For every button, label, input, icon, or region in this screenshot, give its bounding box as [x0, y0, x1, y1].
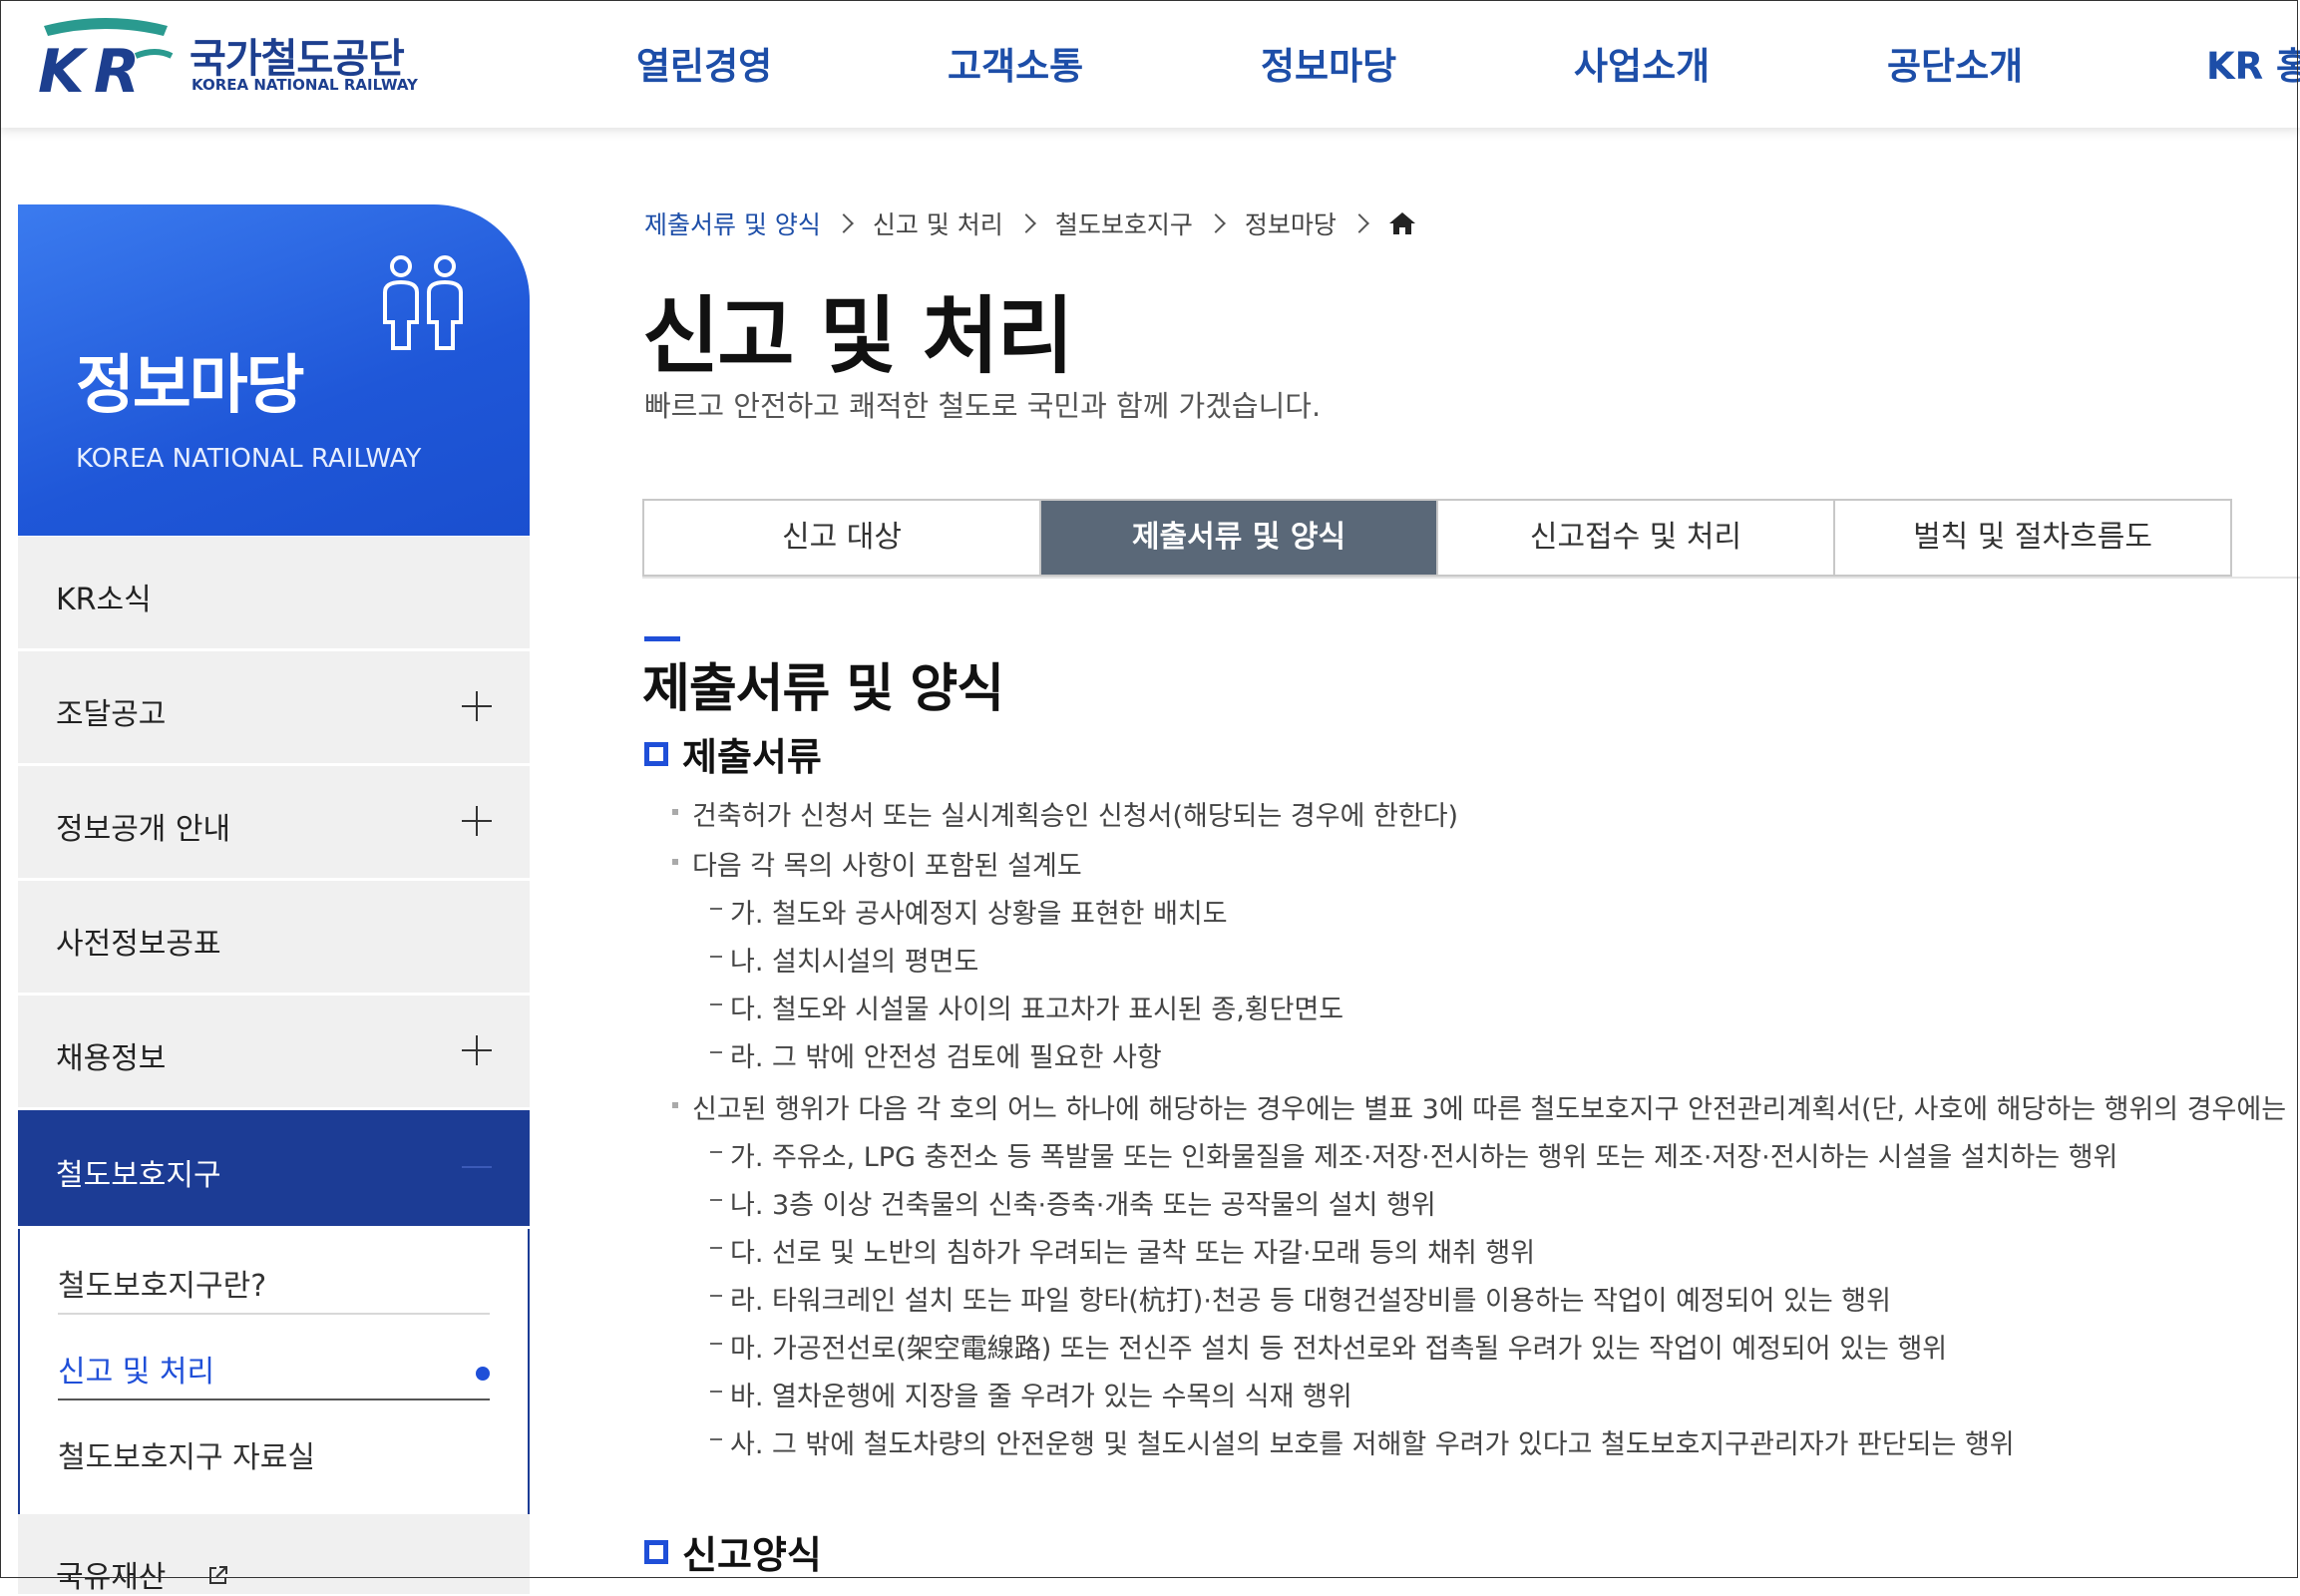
tabs-divider — [642, 577, 2300, 579]
submenu-item-archive[interactable]: 철도보호지구 자료실 — [58, 1400, 490, 1484]
external-link-icon — [209, 1566, 227, 1584]
square-bullet-icon — [644, 742, 668, 766]
list-subitem: 나. 3층 이상 건축물의 신축·증축·개축 또는 공작물의 설치 행위 — [710, 1183, 1436, 1222]
sidebar-item-label: 철도보호지구 — [56, 1158, 221, 1193]
plus-icon — [462, 1035, 492, 1065]
list-subitem: 바. 열차운행에 지장을 줄 우려가 있는 수목의 식재 행위 — [710, 1375, 1352, 1413]
sidebar-item-recruitment[interactable]: 채용정보 — [18, 996, 530, 1110]
submenu-item-label: 철도보호지구 자료실 — [58, 1440, 315, 1475]
sidebar-submenu: 철도보호지구란? 신고 및 처리 철도보호지구 자료실 — [18, 1229, 530, 1516]
chevron-right-icon — [1015, 213, 1036, 233]
nav-item-open-management[interactable]: 열린경영 — [636, 36, 772, 90]
sidebar-item-pre-disclosure[interactable]: 사전정보공표 — [18, 881, 530, 996]
main-nav: 열린경영 고객소통 정보마당 사업소개 공단소개 KR 홍 — [0, 0, 2300, 128]
forms-heading-text: 신고양식 — [682, 1533, 822, 1577]
nav-item-information[interactable]: 정보마당 — [1261, 36, 1396, 90]
sidebar-item-label: 정보공개 안내 — [56, 812, 231, 847]
minus-icon — [462, 1166, 492, 1168]
nav-item-kr-pr[interactable]: KR 홍 — [2206, 36, 2300, 90]
sidebar-item-label: 사전정보공표 — [56, 927, 221, 962]
sidebar-item-railway-protection[interactable]: 철도보호지구 — [18, 1110, 530, 1229]
breadcrumb-item[interactable]: 철도보호지구 — [1055, 205, 1193, 241]
nav-item-about[interactable]: 공단소개 — [1887, 36, 2023, 90]
section-title: 제출서류 및 양식 — [642, 659, 1004, 719]
chevron-right-icon — [1205, 213, 1226, 233]
chevron-right-icon — [834, 213, 854, 233]
tab-documents-forms[interactable]: 제출서류 및 양식 — [1041, 501, 1438, 575]
list-subitem: 마. 가공전선로(架空電線路) 또는 전신주 설치 등 전차선로와 접촉될 우려… — [710, 1327, 1947, 1366]
sidebar-hero: 정보마당 KOREA NATIONAL RAILWAY — [18, 204, 530, 536]
list-item: 건축허가 신청서 또는 실시계획승인 신청서(해당되는 경우에 한한다) — [670, 794, 1458, 833]
breadcrumb-item[interactable]: 신고 및 처리 — [873, 205, 1003, 241]
sidebar-item-kr-news[interactable]: KR소식 — [18, 537, 530, 651]
sidebar-item-state-property[interactable]: 국유재산 — [18, 1514, 530, 1595]
list-subitem: 다. 철도와 시설물 사이의 표고차가 표시된 종,횡단면도 — [710, 988, 1343, 1026]
submenu-item-report[interactable]: 신고 및 처리 — [58, 1315, 490, 1400]
list-item: 다음 각 목의 사항이 포함된 설계도 — [670, 844, 1082, 883]
documents-heading-text: 제출서류 — [682, 735, 822, 779]
list-subitem: 나. 설치시설의 평면도 — [710, 940, 978, 979]
sidebar-item-info-disclosure[interactable]: 정보공개 안내 — [18, 766, 530, 881]
section-accent-bar — [644, 636, 680, 641]
submenu-item-label: 신고 및 처리 — [58, 1355, 215, 1390]
tab-reception-processing[interactable]: 신고접수 및 처리 — [1438, 501, 1835, 575]
sidebar-item-label: KR소식 — [56, 583, 152, 617]
list-subitem: 사. 그 밖에 철도차량의 안전운행 및 철도시설의 보호를 저해할 우려가 있… — [710, 1422, 2015, 1461]
site-header: K R 국가철도공단 KOREA NATIONAL RAILWAY 열린경영 고… — [0, 0, 2300, 128]
square-bullet-icon — [644, 1540, 668, 1564]
submenu-item-label: 철도보호지구란? — [58, 1269, 267, 1304]
breadcrumb: 제출서류 및 양식 신고 및 처리 철도보호지구 정보마당 — [644, 205, 1416, 241]
content-tabs: 신고 대상 제출서류 및 양식 신고접수 및 처리 벌칙 및 절차흐름도 — [642, 499, 2232, 577]
forms-heading: 신고양식 — [644, 1524, 822, 1579]
list-subitem: 라. 타워크레인 설치 또는 파일 항타(杭打)·천공 등 대형건설장비를 이용… — [710, 1279, 1891, 1318]
plus-icon — [462, 691, 492, 721]
sidebar-subtitle: KOREA NATIONAL RAILWAY — [76, 444, 422, 474]
page-title: 신고 및 처리 — [642, 287, 1074, 385]
sidebar-item-label: 조달공고 — [56, 697, 167, 732]
documents-heading: 제출서류 — [644, 726, 822, 781]
sidebar-menu: KR소식 조달공고 정보공개 안내 사전정보공표 채용정보 철도보호지구 철도보… — [18, 537, 530, 1516]
submenu-item-what-is[interactable]: 철도보호지구란? — [58, 1229, 490, 1315]
sidebar-item-label: 국유재산 — [56, 1560, 167, 1595]
chevron-right-icon — [1348, 213, 1369, 233]
sidebar-item-procurement[interactable]: 조달공고 — [18, 651, 530, 766]
tab-report-target[interactable]: 신고 대상 — [644, 501, 1041, 575]
list-subitem: 다. 선로 및 노반의 침하가 우려되는 굴착 또는 자갈·모래 등의 채취 행… — [710, 1231, 1535, 1270]
list-item: 신고된 행위가 다음 각 호의 어느 하나에 해당하는 경우에는 별표 3에 따… — [670, 1087, 2286, 1126]
page-description: 빠르고 안전하고 쾌적한 철도로 국민과 함께 가겠습니다. — [644, 389, 1322, 423]
tab-penalty-procedure[interactable]: 벌칙 및 절차흐름도 — [1835, 501, 2230, 575]
sidebar-item-label: 채용정보 — [56, 1041, 167, 1076]
list-subitem: 가. 철도와 공사예정지 상황을 표현한 배치도 — [710, 892, 1228, 931]
people-icon — [383, 255, 463, 350]
breadcrumb-item[interactable]: 정보마당 — [1245, 205, 1337, 241]
list-subitem: 라. 그 밖에 안전성 검토에 필요한 사항 — [710, 1035, 1162, 1074]
current-dot-icon — [476, 1367, 490, 1381]
nav-item-customer[interactable]: 고객소통 — [948, 36, 1083, 90]
nav-item-business[interactable]: 사업소개 — [1574, 36, 1710, 90]
sidebar-title: 정보마당 — [76, 349, 305, 423]
list-subitem: 가. 주유소, LPG 충전소 등 폭발물 또는 인화물질을 제조·저장·전시하… — [710, 1135, 2117, 1174]
breadcrumb-item[interactable]: 제출서류 및 양식 — [644, 205, 821, 241]
plus-icon — [462, 806, 492, 836]
home-icon[interactable] — [1388, 210, 1416, 236]
